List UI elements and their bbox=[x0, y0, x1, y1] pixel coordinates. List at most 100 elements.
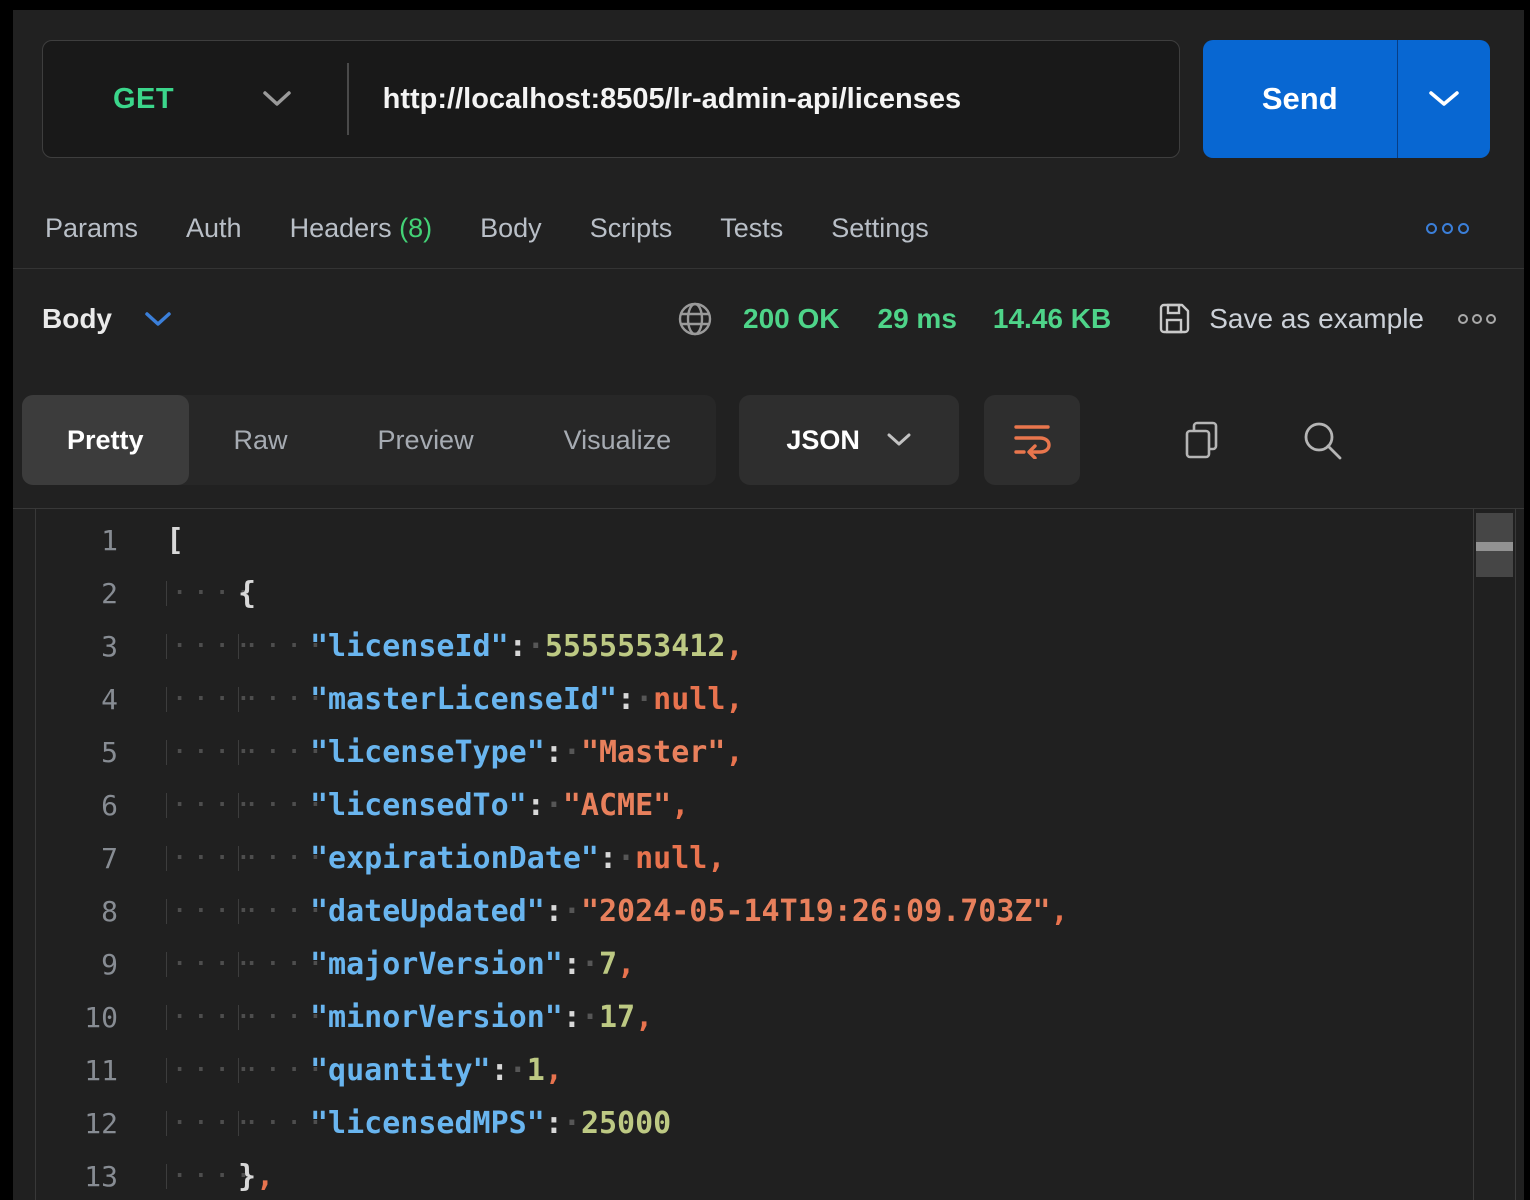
line-number: 10 bbox=[36, 1001, 136, 1034]
request-tab-params[interactable]: Params bbox=[45, 213, 138, 244]
chevron-down-icon[interactable] bbox=[262, 90, 292, 108]
line-content: ········"masterLicenseId":·null, bbox=[136, 682, 743, 717]
wrap-lines-icon bbox=[1010, 421, 1054, 459]
url-input[interactable]: http://localhost:8505/lr-admin-api/licen… bbox=[383, 83, 962, 116]
search-button[interactable] bbox=[1299, 417, 1345, 463]
code-line[interactable]: 6········"licensedTo":·"ACME", bbox=[36, 779, 1524, 832]
code-line[interactable]: 3········"licenseId":·5555553412, bbox=[36, 620, 1524, 673]
line-content: ········"expirationDate":·null, bbox=[136, 841, 725, 876]
indent-guide: ···· bbox=[166, 687, 238, 712]
code-area[interactable]: 1[2····{3········"licenseId":·5555553412… bbox=[35, 509, 1524, 1200]
line-content: [ bbox=[136, 523, 184, 558]
view-tab-visualize[interactable]: Visualize bbox=[519, 395, 717, 485]
code-line[interactable]: 8········"dateUpdated":·"2024-05-14T19:2… bbox=[36, 885, 1524, 938]
url-bar-divider bbox=[347, 63, 349, 135]
wrap-lines-button[interactable] bbox=[984, 395, 1080, 485]
code-line[interactable]: 13····}, bbox=[36, 1150, 1524, 1200]
indent-guide: ···· bbox=[238, 1111, 310, 1136]
code-line[interactable]: 5········"licenseType":·"Master", bbox=[36, 726, 1524, 779]
line-content: ····}, bbox=[136, 1159, 274, 1194]
request-url-bar: GET http://localhost:8505/lr-admin-api/l… bbox=[42, 40, 1180, 158]
view-tab-group: PrettyRawPreviewVisualize bbox=[22, 395, 716, 485]
view-tab-preview[interactable]: Preview bbox=[333, 395, 519, 485]
network-globe-icon[interactable] bbox=[675, 299, 715, 339]
response-stats: 200 OK 29 ms 14.46 KB Save as example bbox=[675, 299, 1496, 339]
line-content: ········"quantity":·1, bbox=[136, 1053, 563, 1088]
code-line[interactable]: 2····{ bbox=[36, 567, 1524, 620]
line-number: 6 bbox=[36, 789, 136, 822]
line-content: ········"licenseId":·5555553412, bbox=[136, 629, 744, 664]
code-line[interactable]: 10········"minorVersion":·17, bbox=[36, 991, 1524, 1044]
save-icon[interactable] bbox=[1155, 300, 1193, 338]
code-line[interactable]: 12········"licensedMPS":·25000 bbox=[36, 1097, 1524, 1150]
line-content: ········"licensedMPS":·25000 bbox=[136, 1106, 671, 1141]
request-tab-scripts[interactable]: Scripts bbox=[590, 213, 673, 244]
code-line[interactable]: 11········"quantity":·1, bbox=[36, 1044, 1524, 1097]
indent-guide: ···· bbox=[238, 899, 310, 924]
response-time[interactable]: 29 ms bbox=[878, 303, 957, 335]
copy-button[interactable] bbox=[1180, 417, 1224, 463]
indent-guide: ···· bbox=[166, 740, 238, 765]
request-tab-headers[interactable]: Headers (8) bbox=[290, 213, 433, 244]
response-section-selector[interactable]: Body bbox=[42, 303, 112, 335]
view-tab-pretty[interactable]: Pretty bbox=[22, 395, 189, 485]
send-button[interactable]: Send bbox=[1203, 40, 1490, 158]
code-line[interactable]: 4········"masterLicenseId":·null, bbox=[36, 673, 1524, 726]
line-number: 13 bbox=[36, 1160, 136, 1193]
request-tabs: Params Auth Headers (8) Body Scripts Tests Set… bbox=[13, 200, 1524, 256]
response-view-row: PrettyRawPreviewVisualize JSON bbox=[22, 395, 1524, 485]
indent-guide: ···· bbox=[238, 687, 310, 712]
line-content: ········"majorVersion":·7, bbox=[136, 947, 635, 982]
response-size[interactable]: 14.46 KB bbox=[993, 303, 1111, 335]
indent-guide: ···· bbox=[166, 1111, 238, 1136]
headers-count-badge: (8) bbox=[399, 213, 432, 243]
send-button-label[interactable]: Send bbox=[1203, 40, 1397, 158]
line-number: 4 bbox=[36, 683, 136, 716]
response-body-editor: 1[2····{3········"licenseId":·5555553412… bbox=[13, 508, 1524, 1200]
indent-guide: ···· bbox=[166, 1058, 238, 1083]
indent-guide: ···· bbox=[238, 1058, 310, 1083]
indent-guide: ···· bbox=[166, 846, 238, 871]
response-more-options-icon[interactable] bbox=[1458, 314, 1496, 324]
line-content: ········"licenseType":·"Master", bbox=[136, 735, 744, 770]
view-tab-raw[interactable]: Raw bbox=[189, 395, 333, 485]
postman-response-panel: GET http://localhost:8505/lr-admin-api/l… bbox=[13, 10, 1524, 1200]
line-content: ········"minorVersion":·17, bbox=[136, 1000, 653, 1035]
scrollbar-view-indicator bbox=[1476, 542, 1513, 551]
chevron-down-icon bbox=[1428, 90, 1460, 108]
indent-guide: ···· bbox=[166, 634, 238, 659]
format-dropdown[interactable]: JSON bbox=[739, 395, 959, 485]
indent-guide: ···· bbox=[238, 740, 310, 765]
status-badge[interactable]: 200 OK bbox=[743, 303, 840, 335]
editor-scrollbar[interactable] bbox=[1473, 509, 1516, 1200]
indent-guide: ···· bbox=[238, 1005, 310, 1030]
save-as-example-button[interactable]: Save as example bbox=[1209, 303, 1424, 335]
code-line[interactable]: 9········"majorVersion":·7, bbox=[36, 938, 1524, 991]
indent-guide: ···· bbox=[166, 899, 238, 924]
indent-guide: ···· bbox=[238, 846, 310, 871]
chevron-down-icon[interactable] bbox=[144, 311, 172, 328]
line-content: ········"dateUpdated":·"2024-05-14T19:26… bbox=[136, 894, 1069, 929]
more-tabs-icon[interactable] bbox=[1426, 223, 1469, 234]
indent-guide: ···· bbox=[238, 634, 310, 659]
indent-guide: ···· bbox=[238, 793, 310, 818]
line-number: 9 bbox=[36, 948, 136, 981]
send-options-button[interactable] bbox=[1398, 40, 1490, 158]
request-tab-tests[interactable]: Tests bbox=[720, 213, 783, 244]
request-tab-body[interactable]: Body bbox=[480, 213, 542, 244]
search-icon bbox=[1299, 417, 1345, 463]
tabs-divider bbox=[13, 268, 1524, 269]
code-line[interactable]: 7········"expirationDate":·null, bbox=[36, 832, 1524, 885]
indent-guide: ···· bbox=[166, 581, 238, 606]
request-tab-auth[interactable]: Auth bbox=[186, 213, 242, 244]
line-number: 1 bbox=[36, 524, 136, 557]
indent-guide: ···· bbox=[166, 952, 238, 977]
method-selector[interactable]: GET bbox=[43, 83, 174, 116]
line-number: 3 bbox=[36, 630, 136, 663]
chevron-down-icon bbox=[886, 432, 912, 448]
request-tab-settings[interactable]: Settings bbox=[831, 213, 929, 244]
format-selected-value: JSON bbox=[786, 425, 860, 456]
indent-guide: ···· bbox=[166, 793, 238, 818]
indent-guide: ···· bbox=[166, 1005, 238, 1030]
code-line[interactable]: 1[ bbox=[36, 514, 1524, 567]
